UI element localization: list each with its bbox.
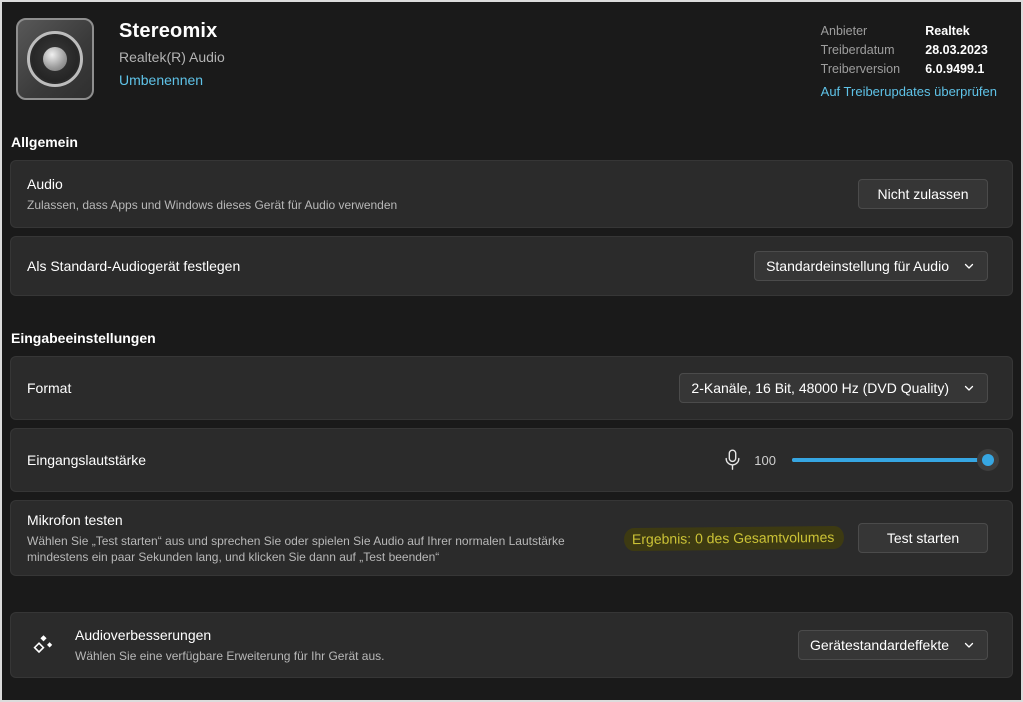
format-row: Format 2-Kanäle, 16 Bit, 48000 Hz (DVD Q… — [10, 356, 1013, 420]
driver-label-anbieter: Anbieter — [820, 24, 868, 38]
section-title-allgemein: Allgemein — [11, 134, 78, 150]
chevron-down-icon — [963, 382, 975, 394]
format-dropdown[interactable]: 2-Kanäle, 16 Bit, 48000 Hz (DVD Quality) — [679, 373, 988, 403]
speaker-device-icon — [16, 18, 94, 100]
mic-test-description: Wählen Sie „Test starten“ aus und sprech… — [27, 533, 565, 564]
enhancements-dropdown[interactable]: Gerätestandardeffekte — [797, 630, 988, 660]
device-subtitle: Realtek(R) Audio — [119, 49, 225, 65]
driver-label-treiberversion: Treiberversion — [820, 62, 901, 76]
mic-test-title: Mikrofon testen — [27, 511, 123, 528]
speaker-cone — [43, 47, 67, 71]
device-header: Stereomix Realtek(R) Audio Umbenennen An… — [2, 2, 1021, 100]
driver-info-grid: Anbieter Realtek Treiberdatum 28.03.2023… — [821, 24, 997, 76]
format-title: Format — [27, 380, 72, 396]
section-title-eingabeeinstellungen: Eingabeeinstellungen — [11, 330, 156, 346]
audio-permission-text: Audio Zulassen, dass Apps und Windows di… — [27, 176, 397, 213]
driver-value-anbieter: Realtek — [925, 24, 970, 38]
audio-enhancements-icon — [31, 633, 55, 657]
slider-fill — [792, 458, 988, 462]
audio-enhancements-text: Audioverbesserungen Wählen Sie eine verf… — [75, 627, 385, 664]
input-volume-title: Eingangslautstärke — [27, 452, 147, 468]
input-volume-controls: 100 — [723, 449, 999, 471]
mic-test-row: Mikrofon testen Wählen Sie „Test starten… — [10, 500, 1013, 576]
default-device-dropdown-value: Standardeinstellung für Audio — [766, 258, 949, 274]
input-volume-row: Eingangslautstärke 100 — [10, 428, 1013, 492]
driver-update-link[interactable]: Auf Treiberupdates überprüfen — [821, 84, 997, 99]
mic-test-controls: Ergebnis: 0 des Gesamtvolumes Test start… — [623, 523, 988, 553]
chevron-down-icon — [963, 639, 975, 651]
driver-value-treiberdatum: 28.03.2023 — [925, 43, 988, 57]
chevron-down-icon — [963, 260, 975, 272]
audio-enhancements-left: Audioverbesserungen Wählen Sie eine verf… — [27, 627, 385, 664]
driver-label-treiberdatum: Treiberdatum — [820, 43, 895, 57]
mic-test-result-highlight: Ergebnis: 0 des Gesamtvolumes — [623, 525, 845, 551]
rename-link[interactable]: Umbenennen — [119, 72, 203, 88]
enhancements-dropdown-value: Gerätestandardeffekte — [809, 637, 949, 653]
audio-permission-row: Audio Zulassen, dass Apps und Windows di… — [10, 160, 1013, 228]
device-text-block: Stereomix Realtek(R) Audio Umbenennen — [119, 18, 225, 90]
disallow-audio-button[interactable]: Nicht zulassen — [858, 179, 988, 209]
mic-test-text: Mikrofon testen Wählen Sie „Test starten… — [27, 512, 624, 565]
speaker-ring — [27, 31, 83, 87]
start-test-button[interactable]: Test starten — [858, 523, 988, 553]
driver-value-treiberversion: 6.0.9499.1 — [925, 62, 985, 76]
microphone-icon — [723, 449, 742, 471]
audio-enhancements-description: Wählen Sie eine verfügbare Erweiterung f… — [75, 648, 385, 663]
slider-thumb[interactable] — [977, 449, 999, 471]
input-volume-slider[interactable] — [792, 449, 999, 471]
audio-permission-description: Zulassen, dass Apps und Windows dieses G… — [27, 197, 398, 212]
device-name: Stereomix — [119, 20, 218, 42]
format-dropdown-value: 2-Kanäle, 16 Bit, 48000 Hz (DVD Quality) — [691, 380, 949, 396]
default-device-row: Als Standard-Audiogerät festlegen Standa… — [10, 236, 1013, 296]
default-device-dropdown[interactable]: Standardeinstellung für Audio — [754, 251, 988, 281]
default-device-title: Als Standard-Audiogerät festlegen — [27, 258, 241, 274]
audio-enhancements-row: Audioverbesserungen Wählen Sie eine verf… — [10, 612, 1013, 678]
driver-info: Anbieter Realtek Treiberdatum 28.03.2023… — [821, 18, 997, 99]
audio-enhancements-title: Audioverbesserungen — [75, 626, 212, 643]
input-volume-value: 100 — [754, 452, 776, 468]
audio-permission-title: Audio — [27, 175, 63, 192]
